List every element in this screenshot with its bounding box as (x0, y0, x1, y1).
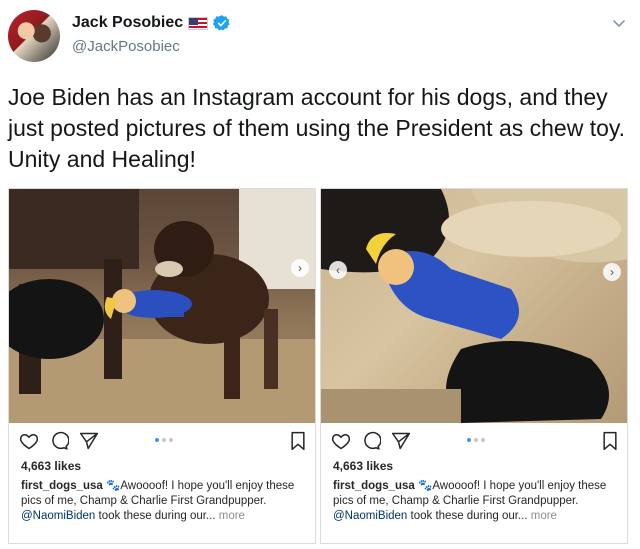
mention-link[interactable]: @NaomiBiden (333, 510, 407, 522)
more-link[interactable]: more (531, 510, 557, 522)
share-icon[interactable] (79, 431, 99, 451)
media-grid[interactable]: › 4,663 likes first_dogs_usa 🐾Awoooof! I… (8, 188, 632, 544)
tweet-text: Joe Biden has an Instagram account for h… (8, 84, 626, 172)
dogs-photo-illustration (9, 189, 315, 423)
bookmark-icon[interactable] (601, 431, 619, 451)
post-caption: first_dogs_usa 🐾Awoooof! I hope you'll e… (333, 479, 619, 524)
instagram-post-2[interactable]: ‹ › 4,663 likes first_dogs_usa 🐾Awoooof!… (320, 188, 628, 544)
next-arrow-icon[interactable]: › (603, 263, 621, 281)
action-bar (17, 429, 309, 453)
dogs-photo-illustration (321, 189, 627, 423)
likes-count[interactable]: 4,663 likes (21, 459, 81, 473)
post-username[interactable]: first_dogs_usa (21, 480, 103, 492)
paw-icon: 🐾 (418, 480, 433, 492)
share-icon[interactable] (391, 431, 411, 451)
bookmark-icon[interactable] (289, 431, 307, 451)
post-username[interactable]: first_dogs_usa (333, 480, 415, 492)
chevron-down-icon[interactable] (612, 16, 626, 30)
flag-icon (188, 16, 209, 30)
instagram-post-1[interactable]: › 4,663 likes first_dogs_usa 🐾Awoooof! I… (8, 188, 316, 544)
tweet-header: Jack Posobiec @JackPosobiec (8, 6, 632, 66)
carousel-dots (155, 438, 173, 442)
carousel-dots (467, 438, 485, 442)
likes-count[interactable]: 4,663 likes (333, 459, 393, 473)
heart-icon[interactable] (331, 431, 351, 451)
prev-arrow-icon[interactable]: ‹ (329, 261, 347, 279)
post-photo[interactable]: ‹ › (321, 189, 627, 423)
more-link[interactable]: more (219, 510, 245, 522)
verified-icon (213, 15, 230, 31)
caption-text-continued: took these during our... (410, 510, 528, 522)
display-name[interactable]: Jack Posobiec (72, 14, 183, 32)
heart-icon[interactable] (19, 431, 39, 451)
post-photo[interactable]: › (9, 189, 315, 423)
comment-icon[interactable] (49, 431, 69, 451)
action-bar (329, 429, 621, 453)
paw-icon: 🐾 (106, 480, 121, 492)
comment-icon[interactable] (361, 431, 381, 451)
avatar[interactable] (8, 10, 60, 62)
handle[interactable]: @JackPosobiec (72, 38, 180, 55)
name-line: Jack Posobiec (72, 14, 231, 32)
caption-text-continued: took these during our... (98, 510, 216, 522)
tweet-card: Jack Posobiec @JackPosobiec Joe Biden ha… (0, 0, 640, 549)
next-arrow-icon[interactable]: › (291, 259, 309, 277)
mention-link[interactable]: @NaomiBiden (21, 510, 95, 522)
post-caption: first_dogs_usa 🐾Awoooof! I hope you'll e… (21, 479, 307, 524)
